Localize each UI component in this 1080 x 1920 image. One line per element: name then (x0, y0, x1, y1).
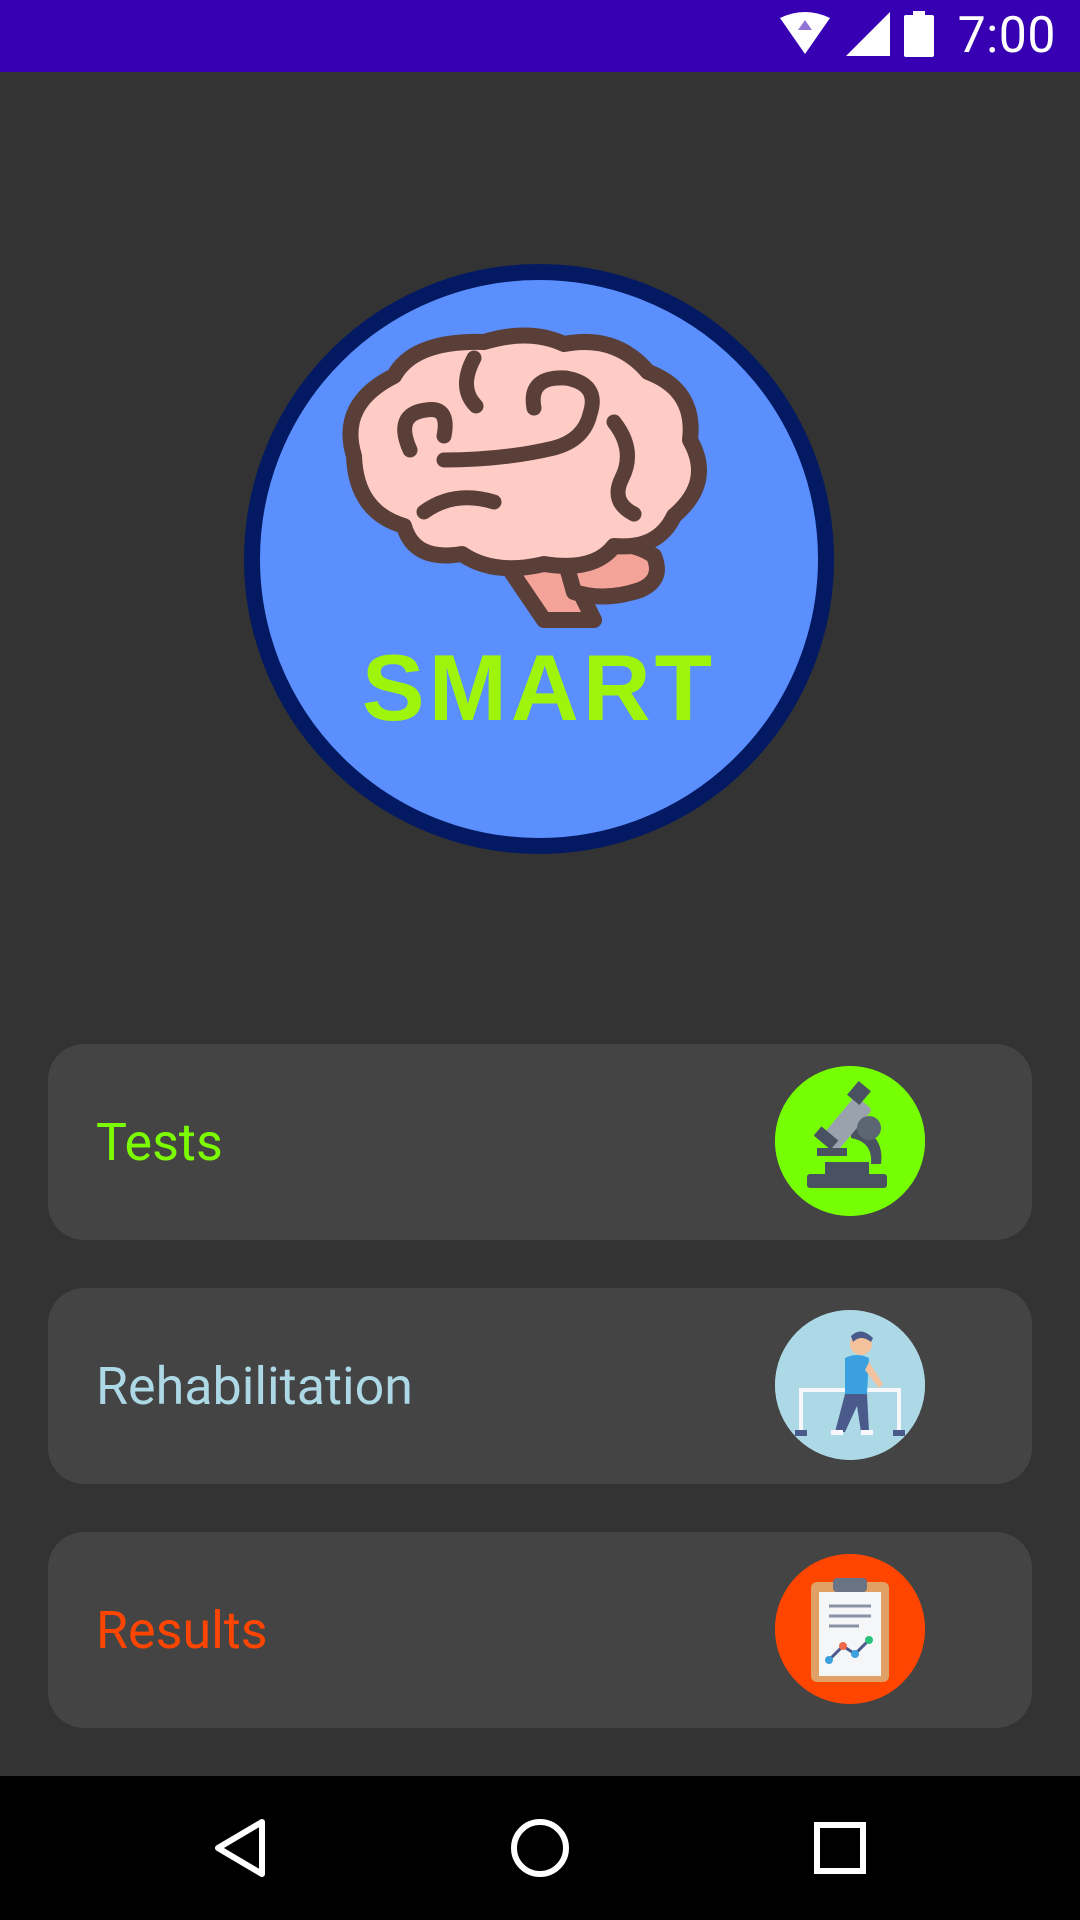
navigation-bar (0, 1776, 1080, 1920)
status-icons: 7:00 (778, 0, 1056, 72)
home-icon[interactable] (480, 1776, 600, 1920)
clipboard-chart-icon (775, 1554, 925, 1704)
menu-label-rehabilitation: Rehabilitation (96, 1355, 414, 1417)
rehabilitation-walker-icon (775, 1310, 925, 1460)
logo-text: SMART (361, 635, 717, 740)
menu-card-rehabilitation[interactable]: Rehabilitation (48, 1288, 1032, 1484)
menu-label-results: Results (96, 1599, 268, 1661)
menu-card-results[interactable]: Results (48, 1532, 1032, 1728)
status-bar: 7:00 (0, 0, 1080, 72)
cell-signal-icon (845, 12, 890, 60)
recents-icon[interactable] (780, 1776, 900, 1920)
microscope-icon (775, 1066, 925, 1216)
brain-icon (342, 327, 707, 628)
menu-label-tests: Tests (96, 1111, 223, 1173)
status-time: 7:00 (957, 7, 1056, 65)
menu-card-tests[interactable]: Tests (48, 1044, 1032, 1240)
app-logo: SMART (244, 264, 834, 854)
wifi-icon (778, 12, 832, 60)
battery-icon (903, 11, 934, 61)
back-icon[interactable] (180, 1776, 300, 1920)
